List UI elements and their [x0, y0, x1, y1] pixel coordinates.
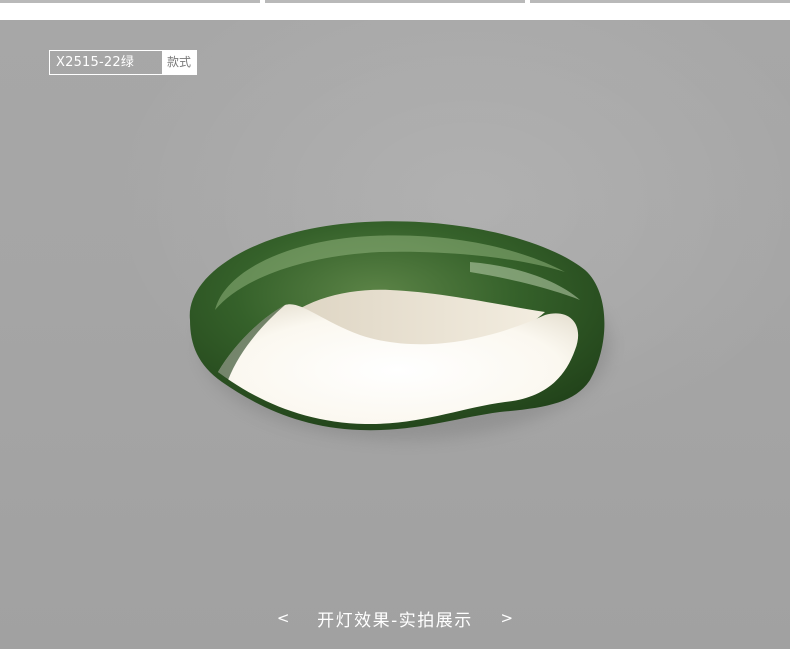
variant-code: X2515-22绿: [56, 55, 135, 70]
variant-label: 款式: [162, 51, 196, 74]
next-arrow-icon[interactable]: >: [495, 609, 519, 627]
gallery-caption-bar: < 开灯效果-实拍展示 >: [0, 603, 790, 633]
ceiling-lamp-image: [189, 221, 610, 440]
gallery-caption: 开灯效果-实拍展示: [317, 610, 473, 631]
variant-tag: X2515-22绿 款式: [49, 50, 197, 75]
prev-arrow-icon[interactable]: <: [271, 609, 295, 627]
